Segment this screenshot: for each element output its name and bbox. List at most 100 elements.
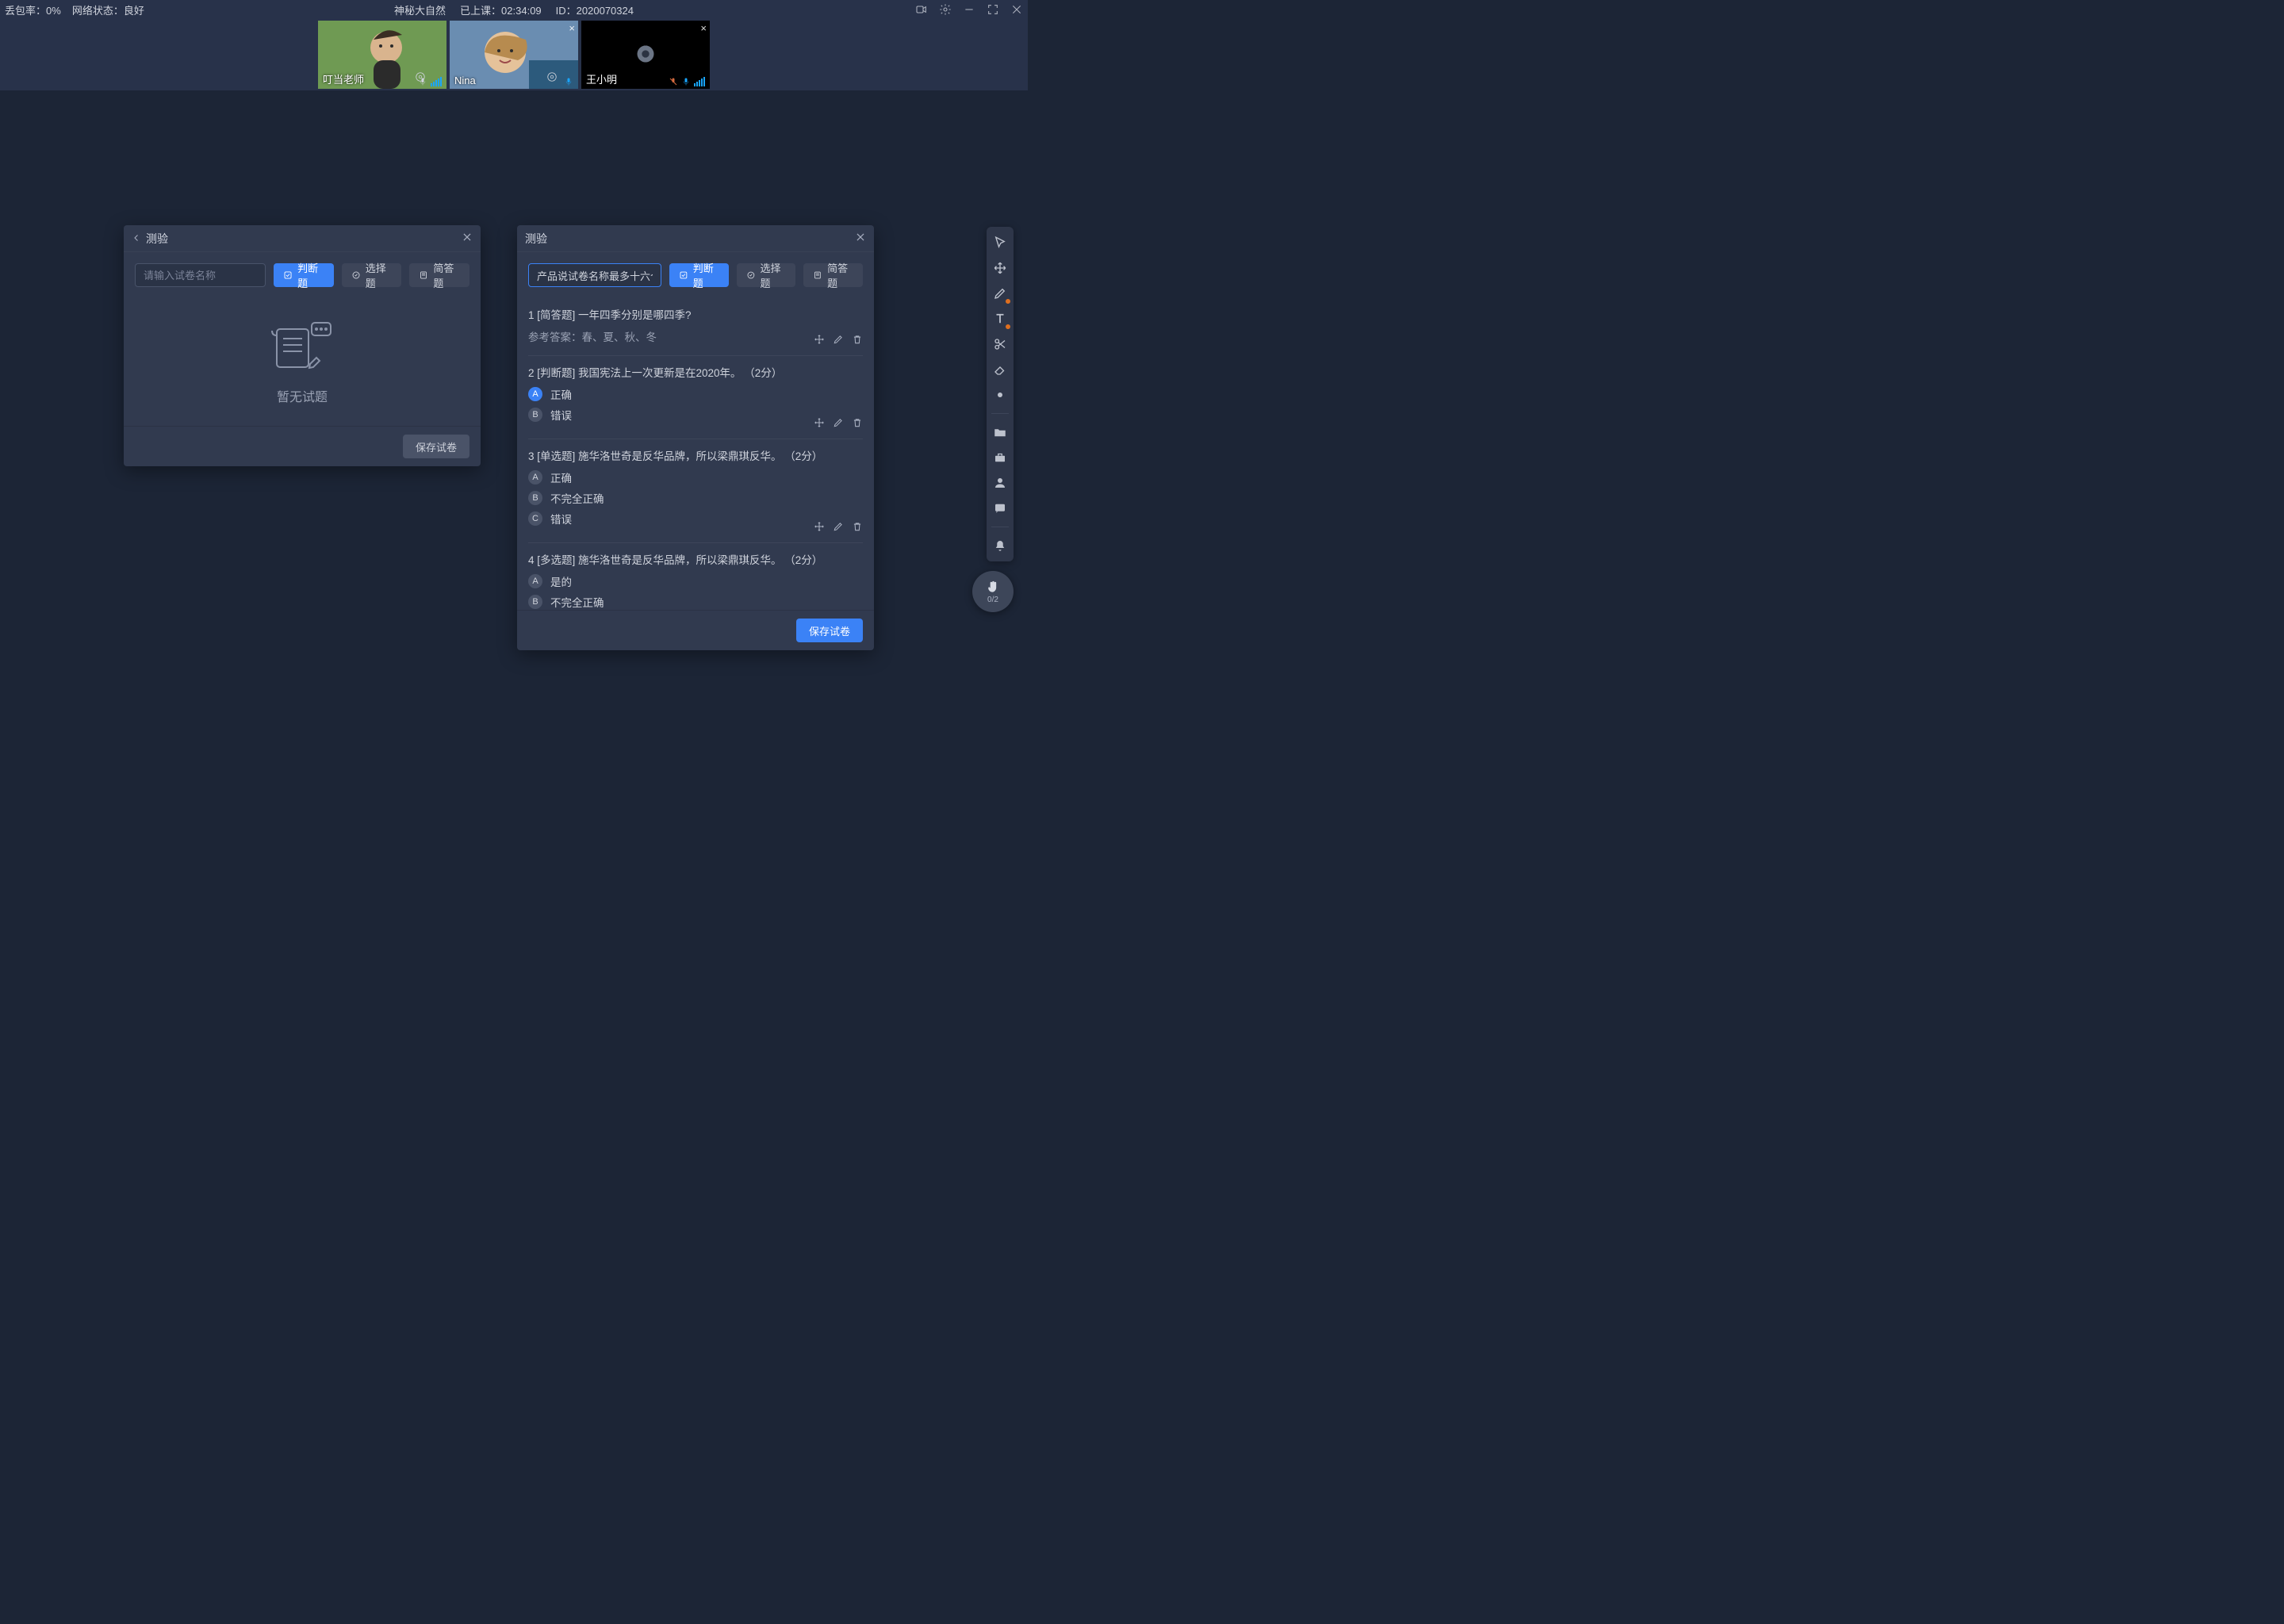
question-option[interactable]: A 正确 <box>528 386 863 402</box>
pin-icon <box>546 71 558 86</box>
question-item: 2 [判断题] 我国宪法上一次更新是在2020年。 （2分） A 正确 B 错误 <box>528 356 863 439</box>
packet-loss: 丢包率：0% <box>5 2 61 17</box>
move-tool-icon[interactable] <box>991 259 1010 278</box>
video-tile-student-off[interactable]: × 王小明 <box>581 21 710 89</box>
settings-icon[interactable] <box>939 3 952 16</box>
quiz-name-input[interactable] <box>528 263 661 287</box>
question-item: 3 [单选题] 施华洛世奇是反华品牌，所以梁鼎琪反华。 （2分） A正确 B 不完全正… <box>528 439 863 543</box>
pen-tool-icon[interactable] <box>991 284 1010 303</box>
minimize-icon[interactable] <box>963 3 975 16</box>
question-option[interactable]: B 错误 <box>528 407 863 423</box>
option-key: B <box>528 408 542 422</box>
text-tool-icon[interactable] <box>991 309 1010 328</box>
drag-icon[interactable] <box>814 521 825 534</box>
save-quiz-button[interactable]: 保存试卷 <box>403 435 469 458</box>
empty-text: 暂无试题 <box>277 386 328 405</box>
question-item: 4 [多选题] 施华洛世奇是反华品牌，所以梁鼎琪反华。 （2分） A 是的 B 不完全正… <box>528 543 863 610</box>
tile-close-icon[interactable]: × <box>569 22 575 34</box>
participant-name: 叮当老师 <box>323 71 364 86</box>
panel-title: 测验 <box>146 231 168 247</box>
drag-icon[interactable] <box>814 417 825 431</box>
panel-close-icon[interactable] <box>855 232 866 245</box>
option-text: 是的 <box>550 573 572 589</box>
btn-choice[interactable]: 选择题 <box>342 263 402 287</box>
back-icon[interactable] <box>132 232 141 245</box>
option-key: B <box>528 491 542 505</box>
status-bar: 丢包率：0% 网络状态：良好 神秘大自然 已上课：02:34:09 ID：202… <box>0 0 1028 19</box>
audio-level-icon <box>694 77 705 86</box>
option-key: A <box>528 387 542 401</box>
delete-icon[interactable] <box>852 334 863 347</box>
fullscreen-icon[interactable] <box>987 3 999 16</box>
mic-muted-icon <box>669 77 678 86</box>
question-actions <box>814 334 863 347</box>
question-option[interactable]: A正确 <box>528 469 863 485</box>
video-row: 叮当老师 × Nina × 王小明 <box>0 19 1028 90</box>
video-tile-teacher[interactable]: 叮当老师 <box>318 21 446 89</box>
option-key: B <box>528 595 542 609</box>
participant-name: 王小明 <box>586 71 617 86</box>
pointer-tool-icon[interactable] <box>991 233 1010 252</box>
question-option[interactable]: B 不完全正确 <box>528 594 863 610</box>
edit-icon[interactable] <box>833 417 844 431</box>
raise-hand-fab[interactable]: 0/2 <box>972 571 1014 612</box>
question-title: 2 [判断题] 我国宪法上一次更新是在2020年。 （2分） <box>528 364 863 380</box>
delete-icon[interactable] <box>852 417 863 431</box>
delete-icon[interactable] <box>852 521 863 534</box>
btn-judge[interactable]: 判断题 <box>274 263 334 287</box>
question-item: 1 [简答题] 一年四季分别是哪四季?参考答案：春、夏、秋、冬 <box>528 298 863 356</box>
toolbox-tool-icon[interactable] <box>991 448 1010 467</box>
option-key: A <box>528 470 542 485</box>
edit-icon[interactable] <box>833 334 844 347</box>
btn-short-answer[interactable]: 简答题 <box>409 263 469 287</box>
question-title: 4 [多选题] 施华洛世奇是反华品牌，所以梁鼎琪反华。 （2分） <box>528 551 863 567</box>
edit-icon[interactable] <box>833 521 844 534</box>
option-text: 错误 <box>550 407 572 423</box>
bell-tool-icon[interactable] <box>991 536 1010 555</box>
scissors-tool-icon[interactable] <box>991 335 1010 354</box>
brightness-tool-icon[interactable] <box>991 385 1010 404</box>
class-elapsed: 已上课：02:34:09 <box>460 2 542 17</box>
question-option[interactable]: C 错误 <box>528 511 863 527</box>
btn-judge[interactable]: 判断题 <box>669 263 729 287</box>
course-title: 神秘大自然 <box>394 2 446 17</box>
question-title: 3 [单选题] 施华洛世奇是反华品牌，所以梁鼎琪反华。 （2分） <box>528 447 863 463</box>
option-key: A <box>528 574 542 588</box>
raise-hand-count: 0/2 <box>987 596 998 604</box>
folder-tool-icon[interactable] <box>991 423 1010 442</box>
audio-level-icon <box>431 77 442 86</box>
panel-title: 测验 <box>525 231 547 247</box>
chat-tool-icon[interactable] <box>991 499 1010 518</box>
question-option[interactable]: B 不完全正确 <box>528 490 863 506</box>
btn-choice[interactable]: 选择题 <box>737 263 796 287</box>
mic-icon <box>418 77 427 86</box>
quiz-name-input[interactable] <box>135 263 266 287</box>
option-text: 不完全正确 <box>550 594 604 610</box>
quiz-panel-empty: 测验 判断题 选择题 简答题 暂无试题 保存试卷 <box>124 225 481 466</box>
question-actions <box>814 417 863 431</box>
question-actions <box>814 521 863 534</box>
network-status: 网络状态：良好 <box>72 2 144 17</box>
eraser-tool-icon[interactable] <box>991 360 1010 379</box>
camera-toggle-icon[interactable] <box>915 3 928 16</box>
mic-icon <box>681 77 691 86</box>
drag-icon[interactable] <box>814 334 825 347</box>
close-icon[interactable] <box>1010 3 1023 16</box>
mic-icon <box>564 77 573 86</box>
right-toolbar <box>987 227 1014 561</box>
save-quiz-button[interactable]: 保存试卷 <box>796 619 863 642</box>
video-tile-student[interactable]: × Nina <box>450 21 578 89</box>
option-text: 正确 <box>550 386 572 402</box>
camera-off-icon <box>634 43 657 69</box>
btn-short-answer[interactable]: 简答题 <box>803 263 863 287</box>
tile-close-icon[interactable]: × <box>700 22 707 34</box>
session-id: ID：2020070324 <box>556 2 634 17</box>
option-text: 错误 <box>550 511 572 527</box>
question-option[interactable]: A 是的 <box>528 573 863 589</box>
option-text: 不完全正确 <box>550 490 604 506</box>
question-title: 1 [简答题] 一年四季分别是哪四季? <box>528 306 863 322</box>
participant-name: Nina <box>454 75 476 86</box>
user-tool-icon[interactable] <box>991 473 1010 492</box>
option-key: C <box>528 511 542 526</box>
panel-close-icon[interactable] <box>462 232 473 245</box>
